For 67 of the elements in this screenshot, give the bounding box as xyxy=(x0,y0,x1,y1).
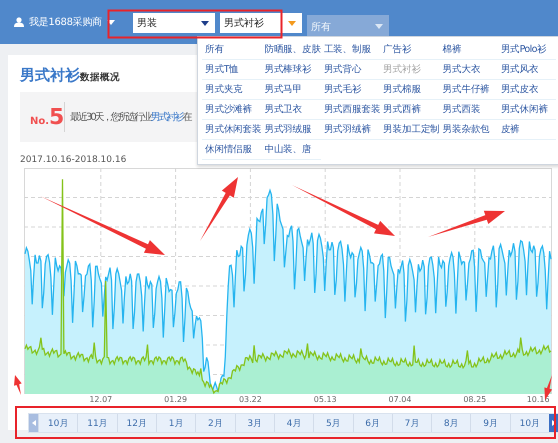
caret-icon xyxy=(552,420,556,426)
month-tab[interactable]: 12月 xyxy=(116,414,156,432)
dropdown-option[interactable]: 男式卫衣 xyxy=(261,100,321,120)
month-tab[interactable]: 3月 xyxy=(234,414,274,432)
section-title: 男式衬衫 xyxy=(20,66,80,85)
dropdown-option[interactable]: 棉裤 xyxy=(440,40,498,60)
axis-label: 08.25 xyxy=(463,395,486,404)
dropdown-option[interactable]: 男式西裤 xyxy=(380,100,440,120)
dropdown-option[interactable]: 男装杂款包 xyxy=(440,120,498,140)
category-select[interactable]: 男式衬衫 xyxy=(220,13,302,33)
axis-label: 01.29 xyxy=(164,395,188,404)
dropdown-option[interactable]: 男式羽绒裤 xyxy=(320,120,380,140)
summary-text: 最近30天，您所选行业男式衬衫在 xyxy=(70,110,191,124)
account-menu[interactable]: 我是1688采购商 xyxy=(14,15,115,29)
axis-label: 07.04 xyxy=(388,395,412,404)
caret-icon xyxy=(374,24,383,29)
dropdown-option[interactable]: 广告衫 xyxy=(380,40,440,60)
date-range: 2017.10.16-2018.10.16 xyxy=(20,155,128,167)
month-tab[interactable]: 1月 xyxy=(156,414,196,432)
dropdown-option[interactable]: 男式沙滩裤 xyxy=(202,100,262,120)
month-tab[interactable]: 2月 xyxy=(195,414,235,432)
dropdown-option[interactable]: 男式牛仔裤 xyxy=(440,80,498,100)
dropdown-option[interactable]: 男装加工定制 xyxy=(380,120,440,140)
axis-label: 12.07 xyxy=(89,395,112,404)
dropdown-option[interactable]: 男式T恤 xyxy=(202,60,262,80)
dropdown-option[interactable]: 男式毛衫 xyxy=(320,80,380,100)
caret-icon xyxy=(32,420,36,426)
dropdown-option[interactable]: 男式休闲裤 xyxy=(498,100,556,120)
month-tab[interactable]: 10月 xyxy=(38,414,78,432)
rank-number: No.5 xyxy=(29,104,62,130)
dropdown-option[interactable]: 男式羽绒服 xyxy=(261,120,321,140)
dropdown-option[interactable]: 男式风衣 xyxy=(498,60,556,80)
month-tab[interactable]: 8月 xyxy=(431,414,470,432)
caret-icon xyxy=(288,20,296,26)
month-tab[interactable]: 7月 xyxy=(392,414,432,432)
month-tab[interactable]: 10月 xyxy=(510,414,550,432)
dropdown-option[interactable]: 休闲情侣服 xyxy=(202,140,262,160)
caret-icon xyxy=(106,20,115,24)
dropdown-option[interactable]: 男式大衣 xyxy=(440,60,498,80)
axis-label: 05.13 xyxy=(314,395,337,404)
person-icon xyxy=(14,17,24,27)
section-subtitle: 数据概况 xyxy=(80,72,120,84)
dropdown-option[interactable]: 男式棉服 xyxy=(380,80,440,100)
dropdown-option[interactable]: 男式皮衣 xyxy=(498,80,556,100)
month-tab[interactable]: 4月 xyxy=(274,414,314,432)
dropdown-option[interactable]: 工装、制服 xyxy=(320,40,380,60)
dropdown-option[interactable]: 皮裤 xyxy=(498,120,556,140)
month-tab[interactable]: 6月 xyxy=(352,414,392,432)
dropdown-option[interactable]: 男式夹克 xyxy=(202,80,262,100)
dropdown-option[interactable]: 所有 xyxy=(202,40,262,60)
annotation-arrow xyxy=(200,177,238,241)
month-tab[interactable]: 5月 xyxy=(313,414,352,432)
caret-icon xyxy=(200,20,209,26)
dropdown-option[interactable]: 男式马甲 xyxy=(261,80,321,100)
annotation-arrow xyxy=(14,375,22,395)
month-tab[interactable]: 9月 xyxy=(470,414,510,432)
dropdown-option[interactable]: 男式西装 xyxy=(440,100,498,120)
axis-label: 03.22 xyxy=(238,395,262,404)
month-tab[interactable]: 11月 xyxy=(77,414,117,432)
dropdown-option[interactable]: 中山装、唐 xyxy=(261,140,321,160)
dropdown-option[interactable]: 男式背心 xyxy=(320,60,380,80)
dropdown-option[interactable]: 男式西服套装 xyxy=(320,100,380,120)
dropdown-option[interactable]: 男式休闲套装 xyxy=(202,120,262,140)
category-select[interactable]: 男装 xyxy=(132,13,215,33)
dropdown-option[interactable]: 防晒服、皮肤 xyxy=(261,40,321,60)
dropdown-option[interactable]: 男式棒球衫 xyxy=(261,60,321,80)
dropdown-option[interactable]: 男式Polo衫 xyxy=(498,40,556,60)
